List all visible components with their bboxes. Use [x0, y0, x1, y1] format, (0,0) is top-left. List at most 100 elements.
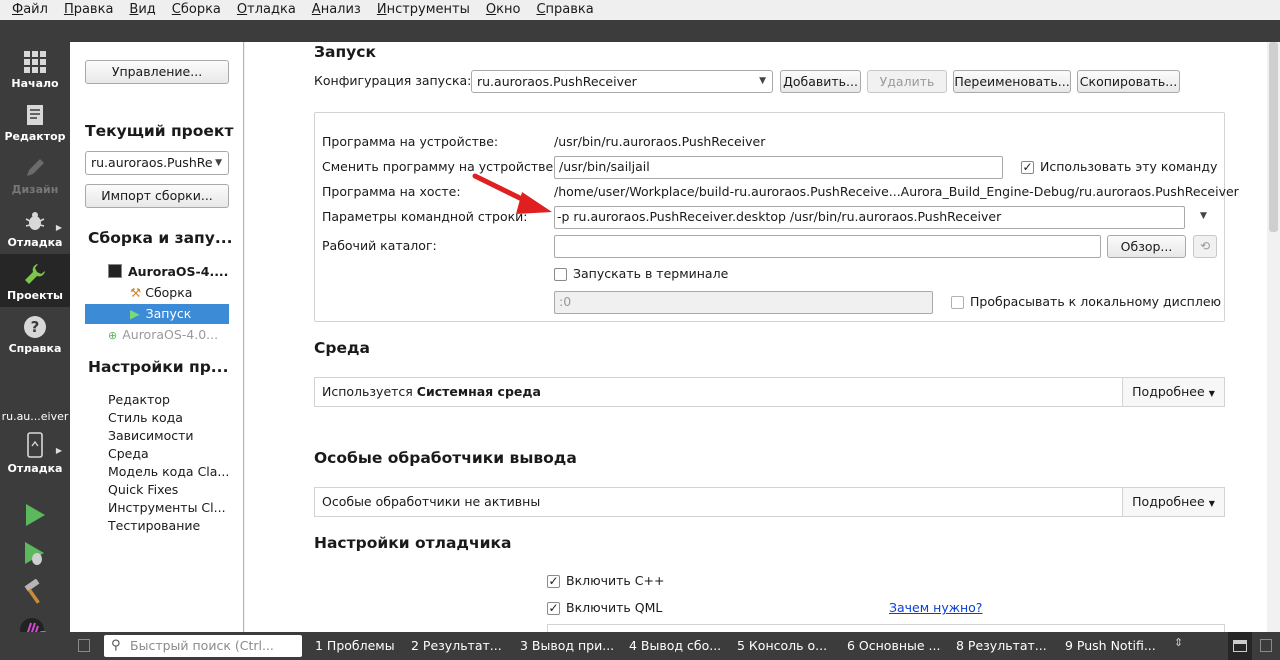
project-settings-item[interactable]: Зависимости — [108, 427, 194, 445]
menu-item[interactable]: Анализ — [304, 0, 369, 20]
run-in-terminal-checkbox[interactable] — [554, 268, 567, 281]
menu-item[interactable]: Правка — [56, 0, 121, 20]
kit-inactive-name: AuroraOS-4.0... — [122, 327, 219, 342]
search-icon: ⚲ — [111, 638, 121, 653]
output-tab[interactable]: 3 Вывод при... — [520, 632, 614, 660]
project-settings-item[interactable]: Стиль кода — [108, 409, 183, 427]
use-command-checkbox[interactable]: ✓ — [1021, 161, 1034, 174]
kit-tree-item[interactable]: AuroraOS-4.... — [108, 262, 228, 282]
environment-details-button[interactable]: Подробнее ▼ — [1122, 378, 1224, 406]
inactive-kit-tree-item[interactable]: ⊕ AuroraOS-4.0... — [108, 325, 218, 346]
output-tab[interactable]: 1 Проблемы — [315, 632, 395, 660]
locator-search-input[interactable]: ⚲ Быстрый поиск (Ctrl... — [104, 635, 302, 657]
project-settings-item[interactable]: Инструменты Cl... — [108, 499, 226, 517]
project-settings-item[interactable]: Quick Fixes — [108, 481, 178, 499]
menu-item[interactable]: Файл — [4, 0, 56, 20]
remove-config-button[interactable]: Удалить — [867, 70, 947, 93]
args-field[interactable]: -p ru.auroraos.PushReceiver.desktop /usr… — [554, 206, 1185, 229]
output-tab[interactable]: 2 Результат... — [411, 632, 502, 660]
menu-item[interactable]: Сборка — [164, 0, 229, 20]
debugger-section-title: Настройки отладчика — [314, 534, 512, 552]
output-tab[interactable]: 4 Вывод сбо... — [629, 632, 721, 660]
mode-editor[interactable]: Редактор — [0, 95, 70, 148]
mode-help[interactable]: ? Справка — [0, 307, 70, 360]
tree-item-build[interactable]: ⚒ Сборка — [130, 283, 192, 303]
enable-cpp-checkbox[interactable]: ✓ — [547, 575, 560, 588]
menu-accelerator: В — [129, 2, 139, 17]
why-needed-link[interactable]: Зачем нужно? — [889, 600, 982, 615]
display-field[interactable]: :0 — [554, 291, 933, 314]
menu-item[interactable]: Вид — [121, 0, 163, 20]
mode-design[interactable]: Дизайн — [0, 148, 70, 201]
scrollbar-thumb[interactable] — [1269, 42, 1278, 232]
tree-item-run[interactable]: ▶ Запуск — [85, 304, 229, 324]
menu-label: нализ — [320, 2, 361, 17]
environment-prefix: Используется — [322, 384, 417, 399]
project-settings-item[interactable]: Среда — [108, 445, 149, 463]
workdir-label: Рабочий каталог: — [322, 238, 437, 253]
menu-item[interactable]: Инструменты — [369, 0, 478, 20]
menu-item[interactable]: Окно — [478, 0, 529, 20]
project-settings-item[interactable]: Тестирование — [108, 517, 200, 535]
annotation-arrow-icon — [472, 173, 552, 214]
workdir-field[interactable] — [554, 235, 1101, 258]
output-handlers-section-title: Особые обработчики вывода — [314, 449, 577, 467]
environment-summary: Используется Системная среда — [322, 382, 541, 402]
pen-icon — [27, 159, 44, 176]
project-settings-item[interactable]: Редактор — [108, 391, 170, 409]
mode-debug[interactable]: Отладка ▶ — [0, 201, 70, 254]
run-icon[interactable] — [24, 503, 46, 527]
menu-item[interactable]: Отладка — [229, 0, 304, 20]
run-config-combo[interactable]: ru.auroraos.PushReceiver ▼ — [471, 70, 773, 93]
browse-button[interactable]: Обзор... — [1107, 235, 1186, 258]
output-tab[interactable]: 6 Основные ... — [847, 632, 940, 660]
output-handlers-details-button[interactable]: Подробнее ▼ — [1122, 488, 1224, 516]
up-down-arrows-icon[interactable]: ⇕ — [1174, 636, 1183, 649]
mode-projects[interactable]: Проекты — [0, 254, 70, 307]
tree-item-label: Сборка — [145, 285, 193, 300]
menu-accelerator: О — [485, 2, 497, 17]
document-icon — [27, 105, 43, 125]
enable-qml-checkbox[interactable]: ✓ — [547, 602, 560, 615]
device-program-value: /usr/bin/ru.auroraos.PushReceiver — [554, 134, 766, 149]
run-in-terminal-label: Запускать в терминале — [573, 266, 729, 281]
project-settings-item[interactable]: Модель кода Cla... — [108, 463, 229, 481]
right-sidebar-toggle-icon[interactable] — [1260, 639, 1272, 652]
output-tab[interactable]: 9 Push Notifi... — [1065, 632, 1156, 660]
menu-accelerator: С — [536, 2, 546, 17]
output-toggle-button[interactable] — [1228, 632, 1252, 660]
reset-icon[interactable]: ⟲ — [1193, 235, 1217, 258]
debugger-extra-box — [547, 624, 1225, 632]
output-tab[interactable]: 8 Результат... — [956, 632, 1047, 660]
rename-config-button[interactable]: Переименовать... — [953, 70, 1071, 93]
add-kit-icon: ⊕ — [108, 329, 118, 342]
alt-program-field[interactable]: /usr/bin/sailjail — [554, 156, 1003, 179]
sidebar-toggle-icon[interactable] — [78, 639, 90, 652]
play-icon: ▶ — [130, 306, 140, 321]
manage-button[interactable]: Управление... — [85, 60, 229, 84]
use-command-label: Использовать эту команду — [1040, 159, 1218, 174]
copy-config-button[interactable]: Скопировать... — [1077, 70, 1180, 93]
add-config-button[interactable]: Добавить... — [780, 70, 861, 93]
host-program-label: Программа на хосте: — [322, 184, 461, 199]
forward-display-checkbox[interactable] — [951, 296, 964, 309]
output-tab[interactable]: 5 Консоль о... — [737, 632, 827, 660]
chevron-right-icon: ▶ — [55, 223, 62, 232]
build-run-heading: Сборка и запу... — [88, 229, 233, 247]
chevron-down-icon: ▼ — [1208, 499, 1215, 508]
menu-item[interactable]: Справка — [528, 0, 601, 20]
tree-item-label: Запуск — [145, 306, 192, 321]
host-program-value: /home/user/Workplace/build-ru.auroraos.P… — [554, 184, 1239, 199]
chevron-down-icon[interactable]: ▼ — [1200, 211, 1207, 221]
kit-selector[interactable]: Отладка ▶ — [0, 428, 70, 482]
current-project-combo[interactable]: ru.auroraos.PushRe ▼ — [85, 151, 229, 175]
run-section-title: Запуск — [314, 43, 376, 61]
hammer-icon[interactable] — [22, 579, 48, 605]
output-handlers-row: Особые обработчики не активны Подробнее … — [314, 487, 1225, 517]
kit-name: AuroraOS-4.... — [128, 264, 229, 279]
debug-run-icon[interactable] — [22, 541, 48, 567]
menu-accelerator: И — [376, 2, 387, 17]
import-build-button[interactable]: Импорт сборки... — [85, 184, 229, 208]
kit-selector-label[interactable]: ru.au...eiver — [0, 410, 70, 423]
mode-welcome[interactable]: Начало — [0, 42, 70, 95]
